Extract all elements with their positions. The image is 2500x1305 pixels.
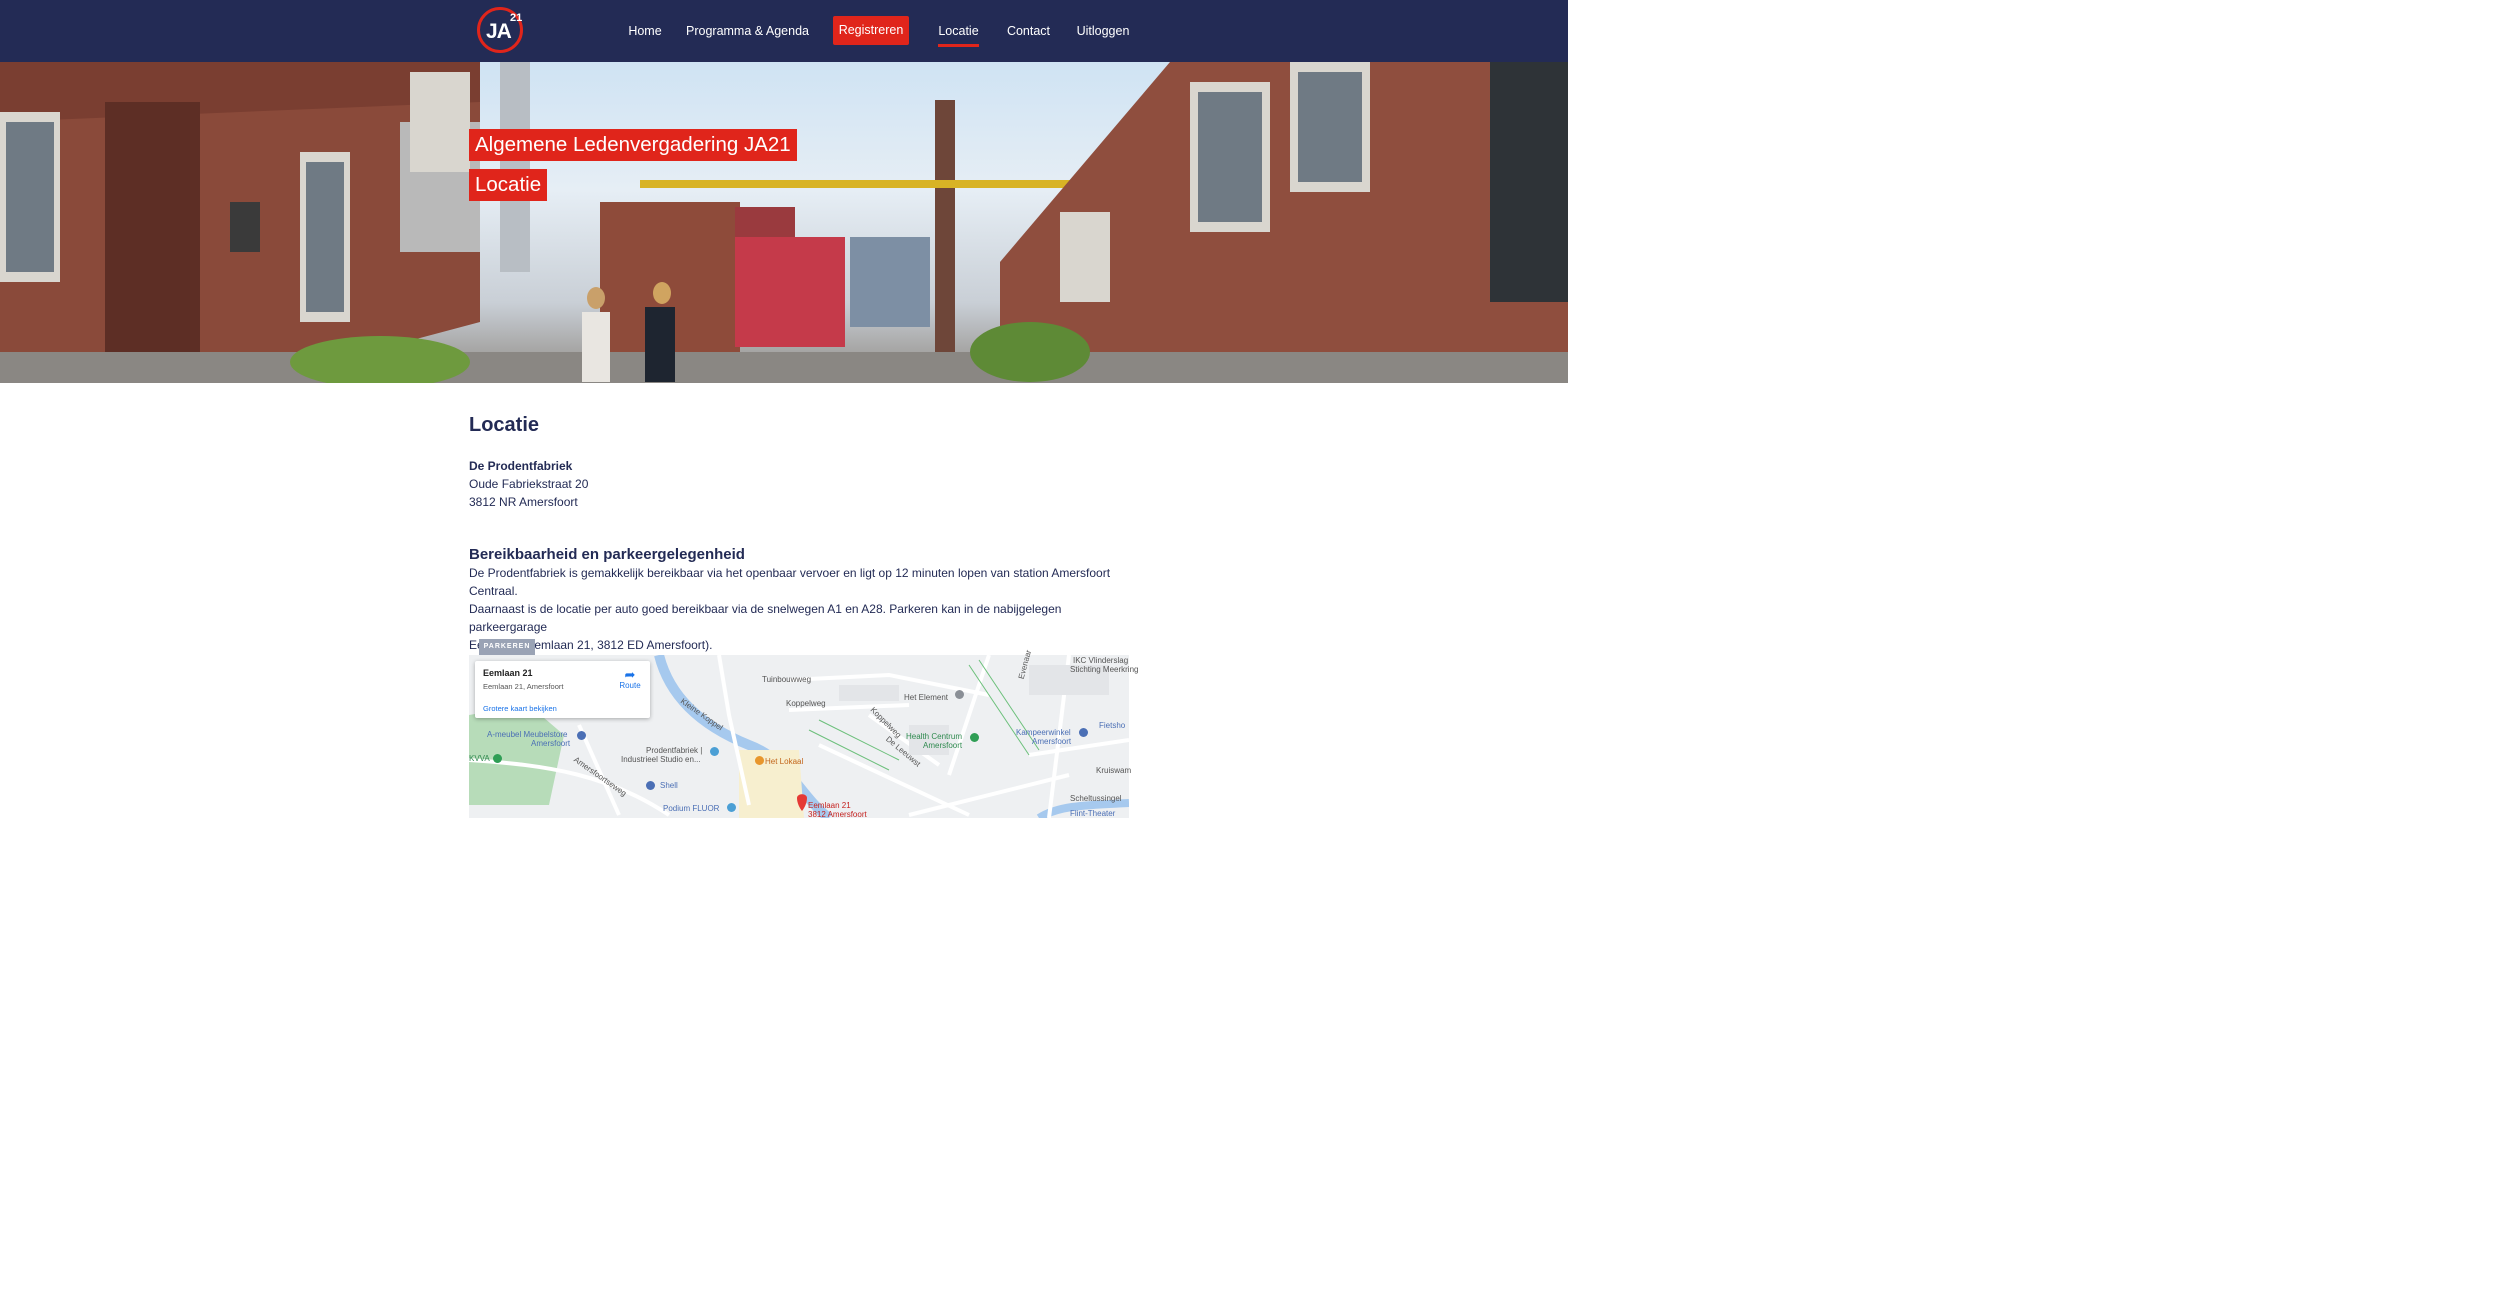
reach-line-2: Daarnaast is de locatie per auto goed be… <box>469 602 1062 634</box>
hero-title: Algemene Ledenvergadering JA21 <box>469 129 797 161</box>
map-label-scheltussingel: Scheltussingel <box>1070 794 1122 803</box>
map-label-koppelweg: Koppelweg <box>786 699 826 708</box>
map-label-prodent: Prodentfabriek | <box>646 746 703 755</box>
pin-kvva-icon[interactable] <box>493 754 502 763</box>
map-label-het-element: Het Element <box>904 693 949 702</box>
nav-registreren-button[interactable]: Registreren <box>833 16 909 45</box>
map-label-shell: Shell <box>660 781 678 790</box>
pin-podium-icon[interactable] <box>727 803 736 812</box>
map-label-kampeer-city: Amersfoort <box>1032 737 1072 746</box>
venue-city: 3812 NR Amersfoort <box>469 495 578 509</box>
map-label-kampeer: Kampeerwinkel <box>1016 728 1071 737</box>
reach-paragraph: De Prodentfabriek is gemakkelijk bereikb… <box>469 564 1129 654</box>
map-label-kvva: KVVA <box>469 754 490 763</box>
pin-meubel-icon[interactable] <box>577 731 586 740</box>
ja21-logo[interactable]: JA 21 <box>477 7 523 53</box>
map-label-meubel-city: Amersfoort <box>531 739 571 748</box>
nav-contact[interactable]: Contact <box>1005 17 1052 45</box>
pin-het-lokaal-icon[interactable] <box>755 756 764 765</box>
logo-superscript: 21 <box>510 12 523 24</box>
map-label-tuinbouwweg: Tuinbouwweg <box>762 675 812 684</box>
hero-subtitle: Locatie <box>469 169 548 201</box>
parking-badge: PARKEREN <box>479 639 535 655</box>
nav-home[interactable]: Home <box>622 17 668 45</box>
pin-health-icon[interactable] <box>970 733 979 742</box>
nav-uitloggen[interactable]: Uitloggen <box>1075 17 1131 45</box>
logo-text: JA <box>486 20 512 43</box>
reach-line-1: De Prodentfabriek is gemakkelijk bereikb… <box>469 566 1111 598</box>
hero-banner: Algemene Ledenvergadering JA21 Locatie <box>0 62 1568 383</box>
pin-prodent-icon[interactable] <box>710 747 719 756</box>
nav-locatie[interactable]: Locatie <box>938 17 979 47</box>
route-button[interactable]: ➦ Route <box>616 668 644 690</box>
venue-name: De Prodentfabriek <box>469 459 573 473</box>
map-label-kruiswam: Kruiswam <box>1096 766 1132 775</box>
map-label-stichting: Stichting Meerkring <box>1070 665 1139 674</box>
map-label-health-city: Amersfoort <box>923 741 963 750</box>
address-block: De Prodentfabriek Oude Fabriekstraat 20 … <box>469 457 588 511</box>
hero-photo <box>0 62 1568 383</box>
map-label-fietsho: Fietsho <box>1099 721 1126 730</box>
pin-shell-icon[interactable] <box>646 781 655 790</box>
map-label-health: Health Centrum <box>906 732 963 741</box>
map-card-title: Eemlaan 21 <box>483 668 533 678</box>
map-label-prodent-2: Industrieel Studio en... <box>621 755 701 764</box>
map-label-het-lokaal: Het Lokaal <box>765 757 804 766</box>
larger-map-link[interactable]: Grotere kaart bekijken <box>483 704 557 713</box>
map-label-podium: Podium FLUOR <box>663 804 720 813</box>
top-navbar: JA 21 Home Programma & Agenda Registrere… <box>0 0 1568 62</box>
map-label-eemlaan-city: 3812 Amersfoort <box>808 810 867 819</box>
map-label-flint: Flint-Theater <box>1070 809 1116 818</box>
nav-programma-agenda[interactable]: Programma & Agenda <box>686 17 809 45</box>
directions-icon: ➦ <box>624 667 636 682</box>
pin-het-element-icon[interactable] <box>955 690 964 699</box>
map-label-ikc: IKC Vlinderslag <box>1073 656 1129 665</box>
reach-heading: Bereikbaarheid en parkeergelegenheid <box>469 546 745 563</box>
venue-street: Oude Fabriekstraat 20 <box>469 477 589 491</box>
map-label-meubel: A-meubel Meubelstore <box>487 730 568 739</box>
route-label: Route <box>619 681 641 690</box>
map-info-card: Eemlaan 21 Eemlaan 21, Amersfoort Groter… <box>475 661 650 718</box>
map-card-address: Eemlaan 21, Amersfoort <box>483 682 564 691</box>
location-heading: Locatie <box>469 414 540 436</box>
map-label-eemlaan: Eemlaan 21 <box>808 801 851 810</box>
pin-kampeer-icon[interactable] <box>1079 728 1088 737</box>
